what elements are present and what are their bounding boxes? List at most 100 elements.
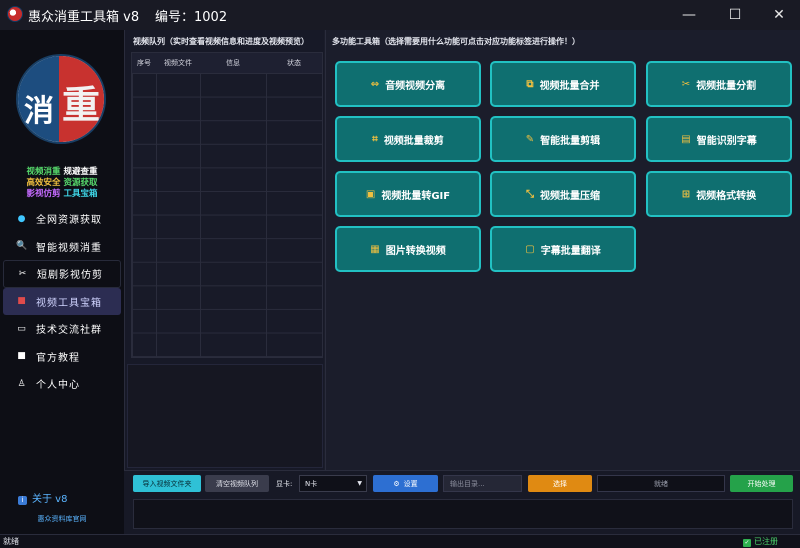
- slogan-text: 视频消重: [26, 167, 61, 177]
- log-output-area[interactable]: [133, 499, 793, 529]
- app-logo-icon: [7, 6, 23, 22]
- tool-label: 视频批量裁剪: [383, 135, 444, 147]
- sidebar-item-label: 智能视频消重: [36, 242, 102, 254]
- crop-icon: ⌗: [372, 133, 378, 145]
- gear-icon: ⚙: [393, 479, 400, 488]
- tool-label: 视频批量分割: [696, 80, 757, 92]
- tool-label: 智能批量剪辑: [540, 135, 601, 147]
- sidebar-item-profile[interactable]: ♙ 个人中心: [0, 370, 124, 398]
- toolbox-title: 多功能工具箱（选择需要用什么功能可点击对应功能标签进行操作！）: [332, 37, 580, 46]
- column-header: 序号: [137, 59, 151, 67]
- close-button[interactable]: ✕: [756, 0, 800, 30]
- sidebar-item-resources[interactable]: ● 全网资源获取: [0, 205, 124, 233]
- tool-audio-video-split-button[interactable]: ⇔ 音频视频分离: [335, 61, 481, 107]
- queue-title: 视频队列（实时查看视频信息和进度及视频预览）: [133, 37, 309, 46]
- column-divider: [200, 73, 201, 357]
- slogan-text: 资源获取: [63, 178, 98, 188]
- sidebar-item-label: 视频工具宝箱: [36, 297, 102, 309]
- status-bar: 就绪 ✓ 已注册: [0, 534, 800, 548]
- tool-label: 字幕批量翻译: [540, 245, 601, 257]
- dot-icon: ●: [17, 213, 27, 224]
- tool-subtitle-translate-button[interactable]: ▢ 字幕批量翻译: [490, 226, 636, 272]
- queue-table-grid: [132, 73, 322, 357]
- scissors-icon: ✂: [18, 268, 28, 279]
- minimize-icon: —: [682, 7, 696, 23]
- settings-label: 设置: [403, 479, 418, 488]
- sidebar-item-tutorial[interactable]: ■ 官方教程: [0, 343, 124, 371]
- output-dir-input[interactable]: 输出目录...: [443, 475, 522, 492]
- queue-table-header: 序号 视频文件 信息 状态: [132, 53, 322, 73]
- gpu-select[interactable]: N卡 ▼: [299, 475, 367, 492]
- slogan-line-1: 视频消重 规避查重: [0, 167, 124, 178]
- queue-table[interactable]: 序号 视频文件 信息 状态: [131, 52, 323, 358]
- tool-batch-gif-button[interactable]: ▣ 视频批量转GIF: [335, 171, 481, 217]
- maximize-icon: ☐: [728, 7, 742, 23]
- tool-smart-edit-button[interactable]: ✎ 智能批量剪辑: [490, 116, 636, 162]
- slogan-line-3: 影视仿剪 工具宝箱: [0, 189, 124, 200]
- about-link[interactable]: i 关于 v8: [18, 490, 67, 505]
- slogan-text: 影视仿剪: [26, 189, 61, 199]
- start-processing-button[interactable]: 开始处理: [730, 475, 793, 492]
- settings-button[interactable]: ⚙ 设置: [373, 475, 438, 492]
- chevron-down-icon: ▼: [357, 480, 362, 487]
- slogan-line-2: 高效安全 资源获取: [0, 178, 124, 189]
- tool-batch-compress-button[interactable]: ⤡ 视频批量压缩: [490, 171, 636, 217]
- column-header: 信息: [226, 59, 240, 67]
- tool-batch-crop-button[interactable]: ⌗ 视频批量裁剪: [335, 116, 481, 162]
- choose-dir-button[interactable]: 选择: [528, 475, 592, 492]
- tool-image-to-video-button[interactable]: ▦ 图片转换视频: [335, 226, 481, 272]
- tool-label: 视频批量转GIF: [381, 190, 451, 202]
- tool-subtitle-recognition-button[interactable]: ▤ 智能识别字幕: [646, 116, 792, 162]
- compress-icon: ⤡: [526, 188, 534, 200]
- tool-batch-split-button[interactable]: ✂ 视频批量分割: [646, 61, 792, 107]
- minimize-button[interactable]: —: [666, 0, 712, 30]
- brand-logo: 消 重: [16, 54, 106, 144]
- sidebar-item-community[interactable]: ▭ 技术交流社群: [0, 315, 124, 343]
- sidebar-item-label: 官方教程: [36, 352, 80, 364]
- close-icon: ✕: [773, 7, 785, 23]
- output-dir-placeholder: 输出目录...: [450, 479, 485, 488]
- tool-batch-merge-button[interactable]: ⧉ 视频批量合并: [490, 61, 636, 107]
- app-title: 惠众消重工具箱 v8: [28, 10, 140, 25]
- tool-label: 图片转换视频: [385, 245, 446, 257]
- slogans: 视频消重 规避查重 高效安全 资源获取 影视仿剪 工具宝箱: [0, 167, 124, 200]
- slogan-text: 高效安全: [26, 178, 61, 188]
- maximize-button[interactable]: ☐: [712, 0, 758, 30]
- column-divider: [156, 73, 157, 357]
- official-site-link[interactable]: 惠众资料库官网: [0, 514, 124, 524]
- search-icon: 🔍: [16, 241, 29, 252]
- sidebar-item-toolbox[interactable]: ■ 视频工具宝箱: [3, 287, 121, 315]
- toolbox-icon: ■: [17, 296, 27, 307]
- sidebar-item-imitation-edit[interactable]: ✂ 短剧影视仿剪: [3, 260, 121, 288]
- book-icon: ■: [17, 351, 27, 362]
- logo-char-right: 重: [62, 83, 101, 127]
- title-bar: 惠众消重工具箱 v8 编号：1002 — ☐ ✕: [0, 0, 800, 30]
- column-header: 视频文件: [164, 59, 192, 67]
- clear-queue-button[interactable]: 清空视频队列: [205, 475, 269, 492]
- tool-label: 视频批量压缩: [540, 190, 600, 202]
- cut-icon: ✂: [681, 78, 691, 90]
- bottom-control-bar: 导入视频文件夹 清空视频队列 显卡: N卡 ▼ ⚙ 设置 输出目录... 选择 …: [124, 470, 800, 534]
- gif-icon: ▣: [365, 188, 376, 200]
- tool-format-convert-button[interactable]: ⊞ 视频格式转换: [646, 171, 792, 217]
- sidebar: 消 重 视频消重 规避查重 高效安全 资源获取 影视仿剪 工具宝箱 ● 全网资源…: [0, 30, 124, 534]
- image-icon: ▦: [370, 243, 380, 255]
- registration-status: ✓ 已注册: [743, 536, 778, 547]
- sidebar-item-dedup[interactable]: 🔍 智能视频消重: [0, 233, 124, 261]
- sidebar-item-label: 全网资源获取: [36, 215, 102, 227]
- toolbox-panel: 多功能工具箱（选择需要用什么功能可点击对应功能标签进行操作！） ⇔ 音频视频分离 …: [325, 30, 800, 470]
- video-queue-panel: 视频队列（实时查看视频信息和进度及视频预览） 序号 视频文件 信息 状态: [124, 30, 324, 470]
- sidebar-item-label: 技术交流社群: [36, 325, 102, 337]
- serial-number: 编号：1002: [155, 10, 228, 25]
- about-label: 关于 v8: [32, 494, 68, 505]
- user-icon: ♙: [17, 378, 27, 389]
- format-icon: ⊞: [681, 188, 691, 200]
- edit-icon: ✎: [525, 133, 535, 145]
- video-preview-area: [127, 364, 323, 468]
- gpu-selected-value: N卡: [305, 479, 318, 488]
- split-icon: ⇔: [370, 78, 380, 90]
- subtitle-icon: ▤: [681, 133, 691, 145]
- tool-label: 智能识别字幕: [696, 135, 757, 147]
- tool-label: 音频视频分离: [385, 80, 446, 92]
- import-folder-button[interactable]: 导入视频文件夹: [133, 475, 201, 492]
